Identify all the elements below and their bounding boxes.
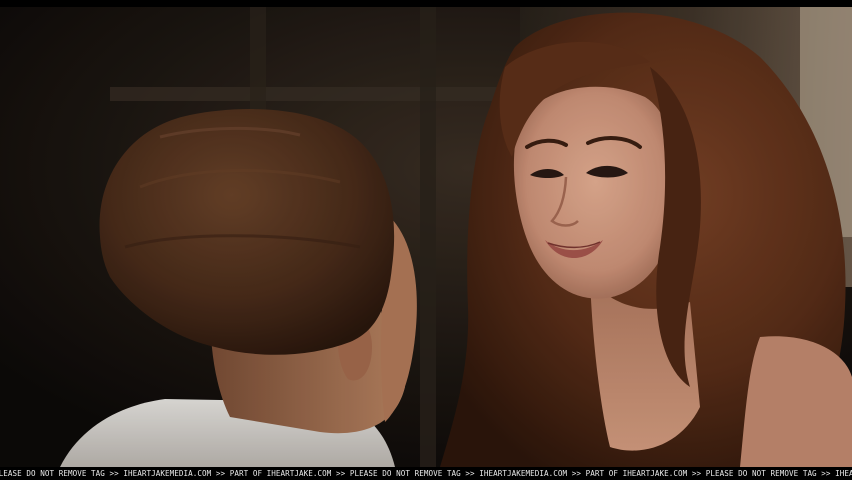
watermark-text: PLEASE DO NOT REMOVE TAG >> IHEARTJAKEME… (0, 469, 852, 478)
letterbox-top (0, 0, 852, 7)
video-frame: PLEASE DO NOT REMOVE TAG >> IHEARTJAKEME… (0, 0, 852, 480)
watermark-strip: PLEASE DO NOT REMOVE TAG >> IHEARTJAKEME… (0, 467, 852, 480)
movie-still (0, 7, 852, 467)
scene-illustration (0, 7, 852, 467)
